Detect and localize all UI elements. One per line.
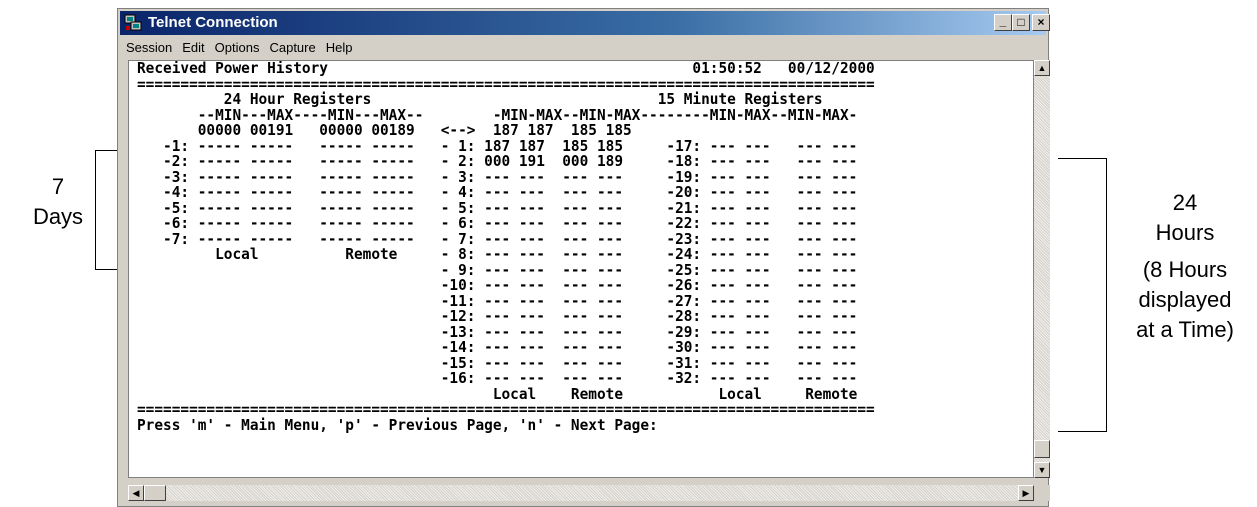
scroll-right-button[interactable]: ▶ <box>1018 485 1034 501</box>
menu-help[interactable]: Help <box>320 37 357 55</box>
vertical-scrollbar[interactable]: ▲ ▼ <box>1034 60 1050 478</box>
maximize-button[interactable]: □ <box>1012 14 1030 31</box>
annotation-7-days: 7 Days <box>28 172 88 231</box>
menu-capture[interactable]: Capture <box>263 37 319 55</box>
annotation-number: 7 <box>51 174 65 199</box>
menu-bar: Session Edit Options Capture Help <box>120 37 1046 59</box>
terminal-line: Press 'm' - Main Menu, 'p' - Previous Pa… <box>137 415 658 434</box>
scroll-left-button[interactable]: ◀ <box>128 485 144 501</box>
right-bracket <box>1058 158 1107 432</box>
horizontal-scrollbar[interactable]: ◀ ▶ <box>128 485 1034 501</box>
terminal-text: Received Power History 01:50:52 00/12/20… <box>137 61 875 433</box>
scroll-down-button[interactable]: ▼ <box>1034 462 1050 478</box>
annotation-unit: Hours <box>1155 219 1215 245</box>
scroll-up-button[interactable]: ▲ <box>1034 60 1050 76</box>
telnet-app-icon[interactable] <box>124 14 142 32</box>
annotation-note-line: (8 Hours <box>1142 257 1228 283</box>
title-bar[interactable]: Telnet Connection _ □ × <box>120 11 1050 35</box>
horizontal-scroll-thumb[interactable] <box>144 485 166 501</box>
annotation-24-hours: 24 Hours (8 Hours displayed at a Time) <box>1113 188 1257 344</box>
annotation-note-line: at a Time) <box>1136 316 1234 342</box>
telnet-window: Telnet Connection _ □ × Session Edit Optio… <box>117 8 1050 507</box>
terminal-screen[interactable]: Received Power History 01:50:52 00/12/20… <box>128 60 1034 478</box>
window-title: Telnet Connection <box>148 14 278 31</box>
resize-grip[interactable] <box>1034 485 1050 501</box>
annotation-unit: Days <box>32 203 84 229</box>
close-button[interactable]: × <box>1032 14 1050 31</box>
menu-edit[interactable]: Edit <box>176 37 208 55</box>
annotation-note-line: displayed <box>1138 287 1232 313</box>
minimize-button[interactable]: _ <box>994 14 1012 31</box>
menu-session[interactable]: Session <box>120 37 176 55</box>
menu-options[interactable]: Options <box>209 37 264 55</box>
annotation-number: 24 <box>1172 190 1198 215</box>
vertical-scroll-thumb[interactable] <box>1034 440 1050 458</box>
